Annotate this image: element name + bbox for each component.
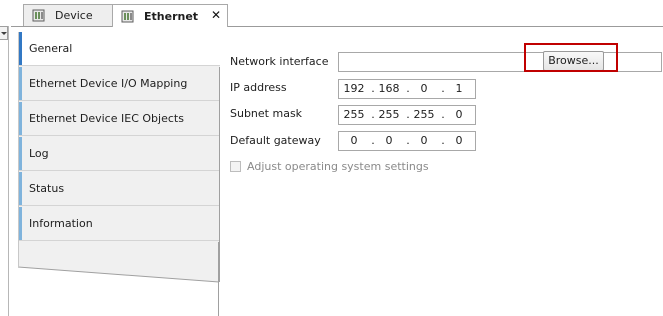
adjust-os-settings-label: Adjust operating system settings [247, 160, 429, 173]
nav-item-io-mapping[interactable]: Ethernet Device I/O Mapping [19, 67, 219, 101]
gateway-octet: 0 [350, 134, 358, 147]
default-gateway-field[interactable]: 0 . 0 . 0 . 0 [338, 131, 476, 151]
nav-item-general[interactable]: General [19, 32, 220, 66]
nav-item-label: Information [29, 217, 93, 230]
nav-bottom-edge [18, 242, 219, 316]
nav-item-accent [19, 207, 22, 240]
ip-address-field[interactable]: 192 . 168 . 0 . 1 [338, 79, 476, 99]
nav-item-status[interactable]: Status [19, 172, 219, 206]
tab-ethernet-label: Ethernet [144, 9, 199, 23]
device-icon [121, 10, 134, 23]
nav-divider [219, 67, 220, 282]
nav-item-label: Ethernet Device IEC Objects [29, 112, 184, 125]
tab-device[interactable]: Device [23, 4, 115, 26]
ip-octet: 1 [455, 82, 463, 95]
gateway-octet: 0 [420, 134, 428, 147]
nav-item-accent [19, 137, 22, 170]
network-interface-label: Network interface [230, 55, 329, 68]
nav-item-label: General [29, 42, 73, 55]
nav-item-label: Ethernet Device I/O Mapping [29, 77, 188, 90]
nav-item-accent [19, 32, 22, 65]
subnet-octet: 0 [455, 108, 463, 121]
nav-item-iec-objects[interactable]: Ethernet Device IEC Objects [19, 102, 219, 136]
subnet-octet: 255 [413, 108, 435, 121]
nav-item-label: Status [29, 182, 65, 195]
device-icon [32, 9, 45, 22]
tab-device-label: Device [55, 9, 93, 22]
left-panel-border [8, 26, 9, 316]
subnet-mask-field[interactable]: 255 . 255 . 255 . 0 [338, 105, 476, 125]
nav-item-accent [19, 67, 22, 100]
nav-item-accent [19, 102, 22, 135]
subnet-octet: 255 [343, 108, 365, 121]
gateway-octet: 0 [385, 134, 393, 147]
ip-octet: 168 [378, 82, 400, 95]
nav-item-label: Log [29, 147, 49, 160]
close-icon[interactable]: ✕ [211, 9, 221, 21]
subnet-octet: 255 [378, 108, 400, 121]
ip-octet: 0 [420, 82, 428, 95]
nav-item-accent [19, 172, 22, 205]
left-panel-edge [0, 0, 11, 316]
tab-ethernet[interactable]: Ethernet ✕ [112, 4, 228, 27]
nav-item-information[interactable]: Information [19, 207, 219, 241]
gateway-octet: 0 [455, 134, 463, 147]
editor-tab-strip: Device Ethernet ✕ [11, 0, 663, 27]
adjust-os-settings-checkbox[interactable] [230, 161, 241, 172]
ip-octet: 192 [343, 82, 365, 95]
ip-address-label: IP address [230, 81, 287, 94]
subnet-mask-label: Subnet mask [230, 107, 303, 120]
ethernet-editor-panel: General Ethernet Device I/O Mapping Ethe… [11, 27, 663, 316]
default-gateway-label: Default gateway [230, 134, 321, 147]
adjust-os-settings-row: Adjust operating system settings [230, 160, 429, 173]
nav-item-log[interactable]: Log [19, 137, 219, 171]
left-panel-dropdown-arrow-icon[interactable] [0, 26, 8, 40]
highlight-box [524, 43, 618, 72]
